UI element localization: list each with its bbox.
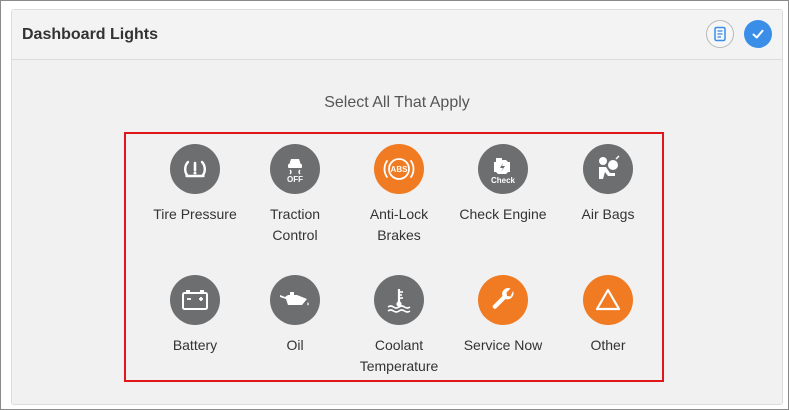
traction-control-off-icon: OFF: [287, 159, 303, 184]
option-icon-circle: [583, 144, 633, 194]
dashboard-lights-panel: Dashboard Lights Select All That Apply T…: [11, 9, 783, 405]
warning-triangle-icon: [595, 288, 621, 311]
option-icon-circle: ABS: [374, 144, 424, 194]
option-icon-circle: OFF: [270, 144, 320, 194]
abs-icon: ABS: [383, 158, 415, 180]
oil-can-icon: [280, 292, 309, 306]
svg-text:Check: Check: [491, 176, 516, 185]
checkmark-icon: [752, 29, 764, 39]
option-icon-circle: [583, 275, 633, 325]
battery-icon: [182, 290, 208, 310]
panel-header: Dashboard Lights: [12, 10, 782, 60]
air-bag-icon: [599, 155, 620, 179]
svg-text:ABS: ABS: [391, 165, 409, 174]
select-prompt: Select All That Apply: [324, 94, 470, 111]
svg-text:OFF: OFF: [287, 175, 303, 184]
option-label: Air Bags: [581, 206, 635, 222]
notes-icon: [714, 26, 726, 42]
confirm-button[interactable]: [744, 20, 772, 48]
option-label: Check Engine: [459, 206, 547, 222]
option-label: Anti-Lock Brakes: [369, 206, 429, 243]
notes-button[interactable]: [706, 20, 734, 48]
option-label: Tire Pressure: [153, 206, 237, 222]
panel-title: Dashboard Lights: [22, 26, 159, 43]
option-icon-circle: [374, 275, 424, 325]
wrench-icon: [492, 288, 514, 309]
check-engine-icon: Check: [491, 158, 516, 185]
option-label: Coolant Temperature: [359, 337, 439, 374]
option-icon-circle: Check: [478, 144, 528, 194]
option-icon-circle: [270, 275, 320, 325]
option-icon-circle: [478, 275, 528, 325]
option-label: Service Now: [463, 337, 543, 353]
option-label: Battery: [172, 337, 218, 353]
option-icon-circle: [170, 275, 220, 325]
coolant-temperature-icon: [387, 289, 411, 313]
tire-pressure-icon: [184, 160, 206, 178]
options-grid: Tire Pressure OFF Traction Control ABS A…: [124, 132, 664, 382]
option-label: Traction Control: [269, 206, 321, 243]
option-label: Oil: [286, 337, 304, 353]
option-label: Other: [590, 337, 626, 353]
option-icon-circle: [170, 144, 220, 194]
window-frame: Dashboard Lights Select All That Apply T…: [0, 0, 789, 410]
